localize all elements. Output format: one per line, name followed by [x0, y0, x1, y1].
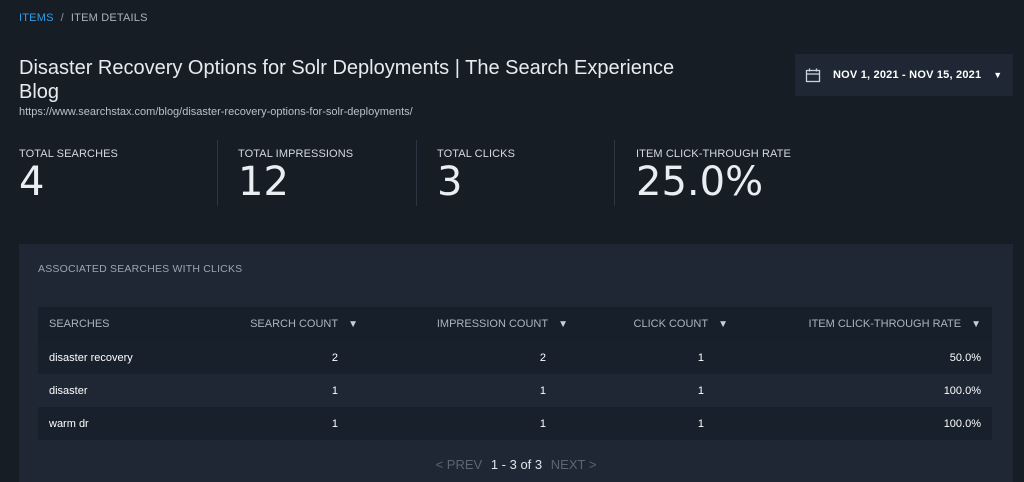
- cell-search: disaster: [49, 384, 88, 397]
- column-header-impression-count[interactable]: IMPRESSION COUNT ▼: [358, 318, 568, 330]
- cell-search: disaster recovery: [49, 351, 133, 364]
- cell-ctr: 50.0%: [949, 351, 981, 364]
- cell-search: warm dr: [49, 417, 89, 430]
- date-range-picker[interactable]: NOV 1, 2021 - NOV 15, 2021 ▼: [795, 54, 1013, 96]
- column-label: IMPRESSION COUNT: [436, 318, 549, 330]
- breadcrumb-separator: /: [60, 12, 64, 24]
- column-label: CLICK COUNT: [633, 318, 709, 330]
- associated-searches-table: SEARCHES SEARCH COUNT ▼ IMPRESSION COUNT ▼…: [38, 307, 992, 440]
- table-row[interactable]: disaster recovery 2 2 1 50.0%: [38, 341, 992, 374]
- table-row[interactable]: disaster 1 1 1 100.0%: [38, 374, 992, 407]
- cell-ctr: 100.0%: [943, 417, 981, 430]
- next-page-button[interactable]: NEXT >: [551, 457, 597, 472]
- column-header-ctr[interactable]: ITEM CLICK-THROUGH RATE ▼: [728, 318, 992, 330]
- metric-value: 4: [19, 159, 45, 205]
- panel-title: ASSOCIATED SEARCHES WITH CLICKS: [38, 263, 243, 275]
- column-header-search-count[interactable]: SEARCH COUNT ▼: [228, 318, 358, 330]
- cell-impression-count: 2: [539, 351, 546, 364]
- table-body: disaster recovery 2 2 1 50.0% disaster 1…: [38, 341, 992, 440]
- chevron-down-icon: ▼: [993, 70, 1003, 80]
- table-row[interactable]: warm dr 1 1 1 100.0%: [38, 407, 992, 440]
- cell-search-count: 1: [331, 384, 338, 397]
- sort-down-icon[interactable]: ▼: [348, 319, 358, 330]
- sort-down-icon[interactable]: ▼: [971, 319, 981, 330]
- associated-searches-panel: ASSOCIATED SEARCHES WITH CLICKS SEARCHES…: [19, 244, 1013, 482]
- cell-search-count: 2: [331, 351, 338, 364]
- divider: [416, 140, 417, 206]
- metric-value: 25.0%: [636, 159, 764, 205]
- divider: [614, 140, 615, 206]
- page-title: Disaster Recovery Options for Solr Deplo…: [19, 57, 675, 103]
- calendar-icon: [805, 68, 821, 83]
- page-range: 1 - 3 of 3: [490, 457, 543, 472]
- breadcrumb-items-link[interactable]: ITEMS: [19, 12, 54, 24]
- breadcrumb: ITEMS / ITEM DETAILS: [19, 12, 148, 24]
- divider: [217, 140, 218, 206]
- table-header: SEARCHES SEARCH COUNT ▼ IMPRESSION COUNT ▼…: [38, 307, 992, 341]
- metric-value: 3: [437, 159, 463, 205]
- metrics-bar: TOTAL SEARCHES 4 TOTAL IMPRESSIONS 12 TO…: [0, 140, 1024, 210]
- metric-total-searches: TOTAL SEARCHES 4: [19, 148, 118, 206]
- prev-page-button[interactable]: < PREV: [436, 457, 483, 472]
- cell-impression-count: 1: [539, 417, 546, 430]
- cell-click-count: 1: [697, 384, 704, 397]
- column-label: SEARCH COUNT: [250, 318, 339, 330]
- breadcrumb-current: ITEM DETAILS: [70, 12, 148, 24]
- cell-ctr: 100.0%: [943, 384, 981, 397]
- sort-down-icon[interactable]: ▼: [718, 319, 728, 330]
- item-url: https://www.searchstax.com/blog/disaster…: [19, 106, 413, 118]
- cell-click-count: 1: [697, 417, 704, 430]
- column-label: SEARCHES: [49, 318, 110, 330]
- metric-item-ctr: ITEM CLICK-THROUGH RATE 25.0%: [636, 148, 791, 206]
- cell-impression-count: 1: [539, 384, 546, 397]
- column-header-searches[interactable]: SEARCHES: [38, 318, 228, 330]
- metric-total-clicks: TOTAL CLICKS 3: [437, 148, 515, 206]
- pagination: < PREV 1 - 3 of 3 NEXT >: [19, 457, 1013, 472]
- column-header-click-count[interactable]: CLICK COUNT ▼: [568, 318, 728, 330]
- column-label: ITEM CLICK-THROUGH RATE: [808, 318, 962, 330]
- cell-click-count: 1: [697, 351, 704, 364]
- metric-total-impressions: TOTAL IMPRESSIONS 12: [238, 148, 353, 206]
- date-range-label: NOV 1, 2021 - NOV 15, 2021: [833, 69, 982, 81]
- cell-search-count: 1: [331, 417, 338, 430]
- sort-down-icon[interactable]: ▼: [558, 319, 568, 330]
- metric-value: 12: [238, 159, 289, 205]
